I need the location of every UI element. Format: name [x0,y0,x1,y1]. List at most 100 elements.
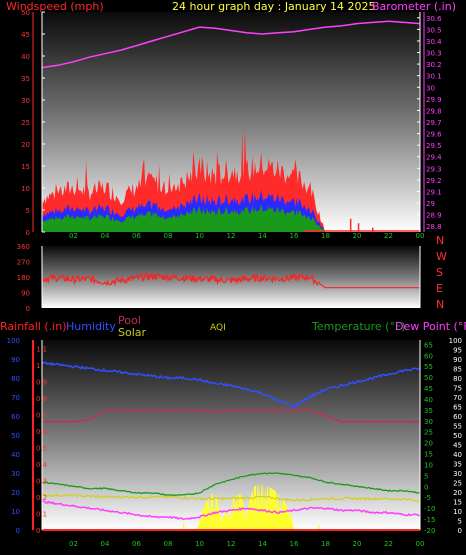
temperature-tick: 55 [424,363,433,371]
temperature-tick: 30 [424,418,433,426]
windspeed-tick: 5 [26,207,30,215]
barometer-tick: 29.2 [426,177,442,185]
humidity-tick: 10 [11,508,20,516]
pool-tick: 30 [453,470,462,478]
windspeed-tick: 20 [21,141,30,149]
rainfall-tick: 1.1 [36,345,47,353]
temperature-tick: 40 [424,396,433,404]
temperature-tick: 10 [424,461,433,469]
panel3-x-tick: 06 [132,540,141,548]
panel3-x-tick: 08 [164,540,173,548]
panel3-x-tick: 04 [101,540,110,548]
pool-tick: 15 [453,499,462,507]
pool-tick: 50 [453,432,462,440]
panel3-x-tick: 10 [195,540,204,548]
barometer-tick: 29.3 [426,165,442,173]
panel3-x-tick: 00 [416,540,425,548]
direction-tick: 90 [21,290,30,298]
barometer-tick: 30.2 [426,61,442,69]
pool-tick: 95 [453,347,462,355]
compass-label: E [436,282,443,295]
rainfall-tick: 0.1 [36,510,47,518]
panel1-x-tick: 04 [101,232,110,240]
panel1-x-tick: 16 [290,232,299,240]
barometer-tick: 30.4 [426,38,442,46]
aqi-legend-label: AQI [210,323,226,333]
temperature-tick: 15 [424,451,433,459]
rainfall-legend-label: Rainfall (.in) [0,320,67,333]
windspeed-tick: 25 [21,119,30,127]
barometer-tick: 29.4 [426,154,442,162]
windspeed-tick: 30 [21,97,30,105]
page-title: 24 hour graph day : January 14 2025 [172,0,376,13]
pool-tick: 25 [453,480,462,488]
temperature-tick: 50 [424,374,433,382]
panel1-x-tick: 18 [321,232,330,240]
compass-label: N [436,234,444,247]
panel3-x-tick: 20 [353,540,362,548]
pool-tick: 90 [453,356,462,364]
temperature-tick: 0 [424,483,428,491]
barometer-tick: 29.7 [426,119,442,127]
pool-tick: 40 [453,451,462,459]
direction-tick: 360 [17,243,30,251]
pool-tick: 45 [453,442,462,450]
direction-tick: 270 [17,259,30,267]
wind-direction-panel: 090180270360 NWSEN [17,234,447,313]
windspeed-tick: 45 [21,31,30,39]
windspeed-tick: 40 [21,53,30,61]
pool-tick: 100 [449,337,462,345]
weather-graph-canvas: Windspeed (mph) 24 hour graph day : Janu… [0,0,466,548]
rainfall-tick: 0.2 [36,494,47,502]
panel1-x-tick: 06 [132,232,141,240]
panel3-x-tick: 12 [227,540,236,548]
barometer-tick: 30.5 [426,26,442,34]
pool-tick: 60 [453,413,462,421]
humidity-tick: 90 [11,356,20,364]
compass-label: N [436,298,444,311]
panel3-x-tick: 16 [290,540,299,548]
temperature-tick: -15 [424,516,435,524]
barometer-tick: 30.3 [426,50,442,58]
compass-label: S [436,266,443,279]
humidity-tick: 80 [11,375,20,383]
temperature-tick: 5 [424,472,428,480]
humidity-tick: 30 [11,470,20,478]
barometer-tick: 28.8 [426,223,442,231]
panel1-x-tick: 08 [164,232,173,240]
rainfall-tick: 1 [36,362,40,370]
temperature-tick: 35 [424,407,433,415]
humidity-legend-label: Humidity [66,320,116,333]
solar-legend-label: Solar [118,326,147,339]
panel3-x-tick: 14 [258,540,267,548]
windspeed-tick: 10 [21,185,30,193]
windspeed-tick: 35 [21,75,30,83]
rainfall-tick: 0.4 [36,461,48,469]
rainfall-tick: 0.3 [36,477,47,485]
panel1-x-tick: 22 [384,232,393,240]
humidity-tick: 20 [11,489,20,497]
barometer-tick: 29.8 [426,107,442,115]
panel3-background [42,340,420,530]
panel1-x-tick: 14 [258,232,267,240]
direction-tick: 0 [26,305,30,313]
pool-tick: 55 [453,423,462,431]
windspeed-tick: 15 [21,163,30,171]
temperature-tick: -10 [424,505,435,513]
pool-tick: 75 [453,385,462,393]
barometer-tick: 29 [426,200,435,208]
barometer-tick: 30.1 [426,73,442,81]
windspeed-tick: 50 [21,9,30,17]
barometer-tick: 28.9 [426,212,442,220]
barometer-tick: 29.9 [426,96,442,104]
barometer-tick: 30 [426,84,435,92]
temperature-tick: 20 [424,440,433,448]
panel1-x-tick: 10 [195,232,204,240]
direction-tick: 180 [17,274,30,282]
dew-point-legend-label: Dew Point (°F) [395,320,466,333]
panel3-x-tick: 18 [321,540,330,548]
temperature-tick: 60 [424,352,433,360]
barometer-tick: 30.6 [426,15,442,23]
rainfall-tick: 0.8 [36,395,47,403]
humidity-tick: 70 [11,394,20,402]
